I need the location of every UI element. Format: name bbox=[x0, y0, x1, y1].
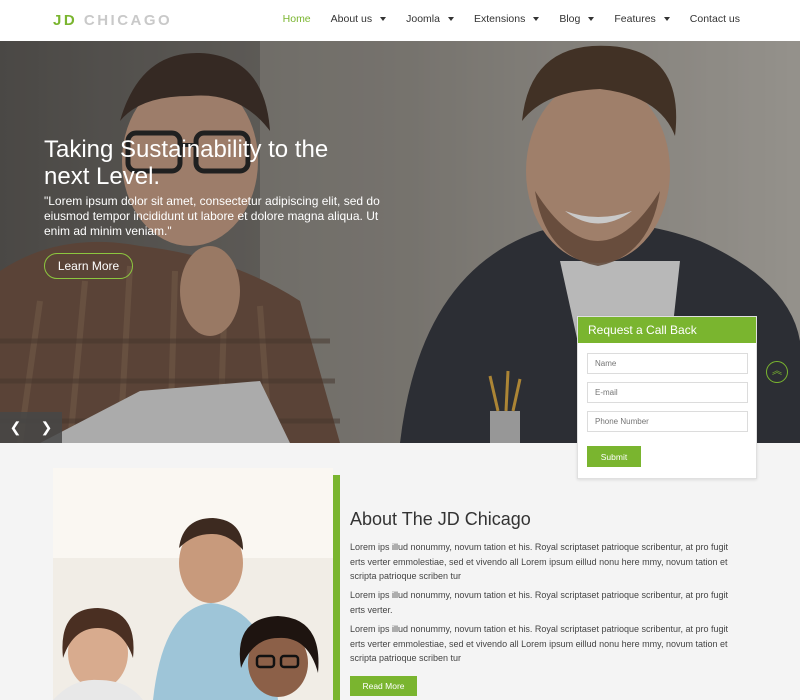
logo-jd: JD bbox=[53, 12, 78, 29]
about-photo-art bbox=[53, 468, 333, 700]
hero-title: Taking Sustainability to the next Level. bbox=[44, 136, 329, 190]
site-header: JD CHICAGO Home About us Joomla Extensio… bbox=[0, 0, 800, 41]
hero-text: "Lorem ipsum dolor sit amet, consectetur… bbox=[44, 194, 380, 238]
phone-field[interactable] bbox=[587, 411, 748, 432]
about-paragraph-2: Lorem ips illud nonummy, novum tation et… bbox=[350, 590, 729, 615]
logo[interactable]: JD CHICAGO bbox=[53, 12, 172, 29]
submit-button[interactable]: Submit bbox=[587, 446, 641, 467]
callback-form: Request a Call Back Submit bbox=[577, 316, 757, 479]
double-chevron-up-icon[interactable]: ︽ bbox=[766, 361, 788, 383]
main-nav: Home About us Joomla Extensions Blog Fea… bbox=[263, 13, 740, 25]
about-photo bbox=[53, 468, 333, 700]
chevron-right-icon[interactable]: ❯ bbox=[41, 419, 53, 436]
nav-label: About us bbox=[330, 13, 373, 25]
nav-item-about-us[interactable]: About us bbox=[330, 13, 387, 25]
nav-item-features[interactable]: Features bbox=[614, 13, 670, 25]
about-paragraph-1: Lorem ips illud nonummy, novum tation et… bbox=[350, 542, 729, 581]
slider-controls: ❮ ❯ bbox=[0, 412, 62, 443]
caret-down-icon bbox=[380, 17, 387, 21]
learn-more-button[interactable]: Learn More bbox=[44, 253, 133, 279]
caret-down-icon bbox=[663, 17, 670, 21]
nav-label: Contact us bbox=[689, 13, 740, 25]
read-more-button[interactable]: Read More bbox=[350, 676, 417, 696]
chevron-left-icon[interactable]: ❮ bbox=[10, 419, 22, 436]
nav-label: Joomla bbox=[406, 13, 440, 25]
nav-item-home[interactable]: Home bbox=[283, 13, 311, 25]
caret-down-icon bbox=[588, 17, 595, 21]
nav-label: Extensions bbox=[473, 13, 526, 25]
nav-item-extensions[interactable]: Extensions bbox=[473, 13, 540, 25]
nav-item-contact-us[interactable]: Contact us bbox=[690, 13, 740, 25]
nav-label: Blog bbox=[559, 13, 581, 25]
email-field[interactable] bbox=[587, 382, 748, 403]
accent-bar bbox=[333, 475, 340, 700]
about-paragraph-3: Lorem ips illud nonummy, novum tation et… bbox=[350, 624, 729, 663]
nav-label: Features bbox=[614, 13, 656, 25]
name-field[interactable] bbox=[587, 353, 748, 374]
nav-item-joomla[interactable]: Joomla bbox=[406, 13, 454, 25]
nav-label: Home bbox=[282, 13, 311, 25]
logo-city: CHICAGO bbox=[83, 12, 173, 29]
caret-down-icon bbox=[447, 17, 454, 21]
about-title: About The JD Chicago bbox=[350, 509, 531, 529]
caret-down-icon bbox=[533, 17, 540, 21]
nav-item-blog[interactable]: Blog bbox=[559, 13, 595, 25]
callback-title: Request a Call Back bbox=[578, 317, 756, 343]
